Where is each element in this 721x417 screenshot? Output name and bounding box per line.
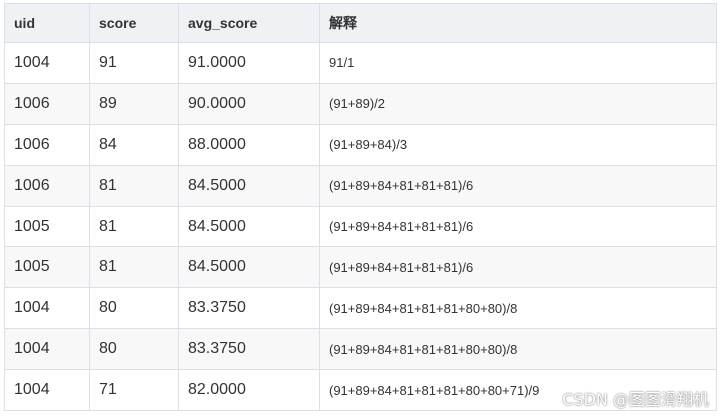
header-row: uid score avg_score 解释 — [4, 3, 717, 43]
cell-uid: 1006 — [4, 164, 90, 207]
cell-score: 89 — [89, 82, 179, 125]
cell-score: 91 — [89, 42, 179, 84]
cell-uid: 1004 — [4, 287, 90, 330]
table-row: 1006 89 90.0000 (91+89)/2 — [4, 82, 717, 125]
header-avg-score: avg_score — [178, 3, 320, 43]
header-uid: uid — [4, 3, 90, 43]
cell-avg-score: 84.5000 — [178, 246, 320, 289]
cell-avg-score: 84.5000 — [178, 205, 320, 248]
cell-avg-score: 82.0000 — [178, 369, 320, 412]
cell-explanation: (91+89)/2 — [319, 82, 717, 125]
cell-avg-score: 91.0000 — [178, 42, 320, 84]
cell-score: 80 — [89, 287, 179, 330]
cell-uid: 1005 — [4, 205, 90, 248]
table-row: 1004 80 83.3750 (91+89+84+81+81+81+80+80)/8 — [4, 287, 717, 330]
cell-avg-score: 83.3750 — [178, 287, 320, 330]
cell-explanation: (91+89+84+81+81+81+80+80)/8 — [319, 328, 717, 371]
table-row: 1004 91 91.0000 91/1 — [4, 42, 717, 84]
table-row: 1006 81 84.5000 (91+89+84+81+81+81)/6 — [4, 164, 717, 207]
results-table-container: uid score avg_score 解释 1004 91 91.0000 91/1… — [4, 3, 717, 412]
cell-explanation: (91+89+84+81+81+81)/6 — [319, 246, 717, 289]
cell-uid: 1004 — [4, 328, 90, 371]
cell-uid: 1004 — [4, 42, 90, 84]
table-row: 1006 84 88.0000 (91+89+84)/3 — [4, 123, 717, 166]
cell-explanation: (91+89+84+81+81+81)/6 — [319, 164, 717, 207]
cell-avg-score: 90.0000 — [178, 82, 320, 125]
cell-avg-score: 88.0000 — [178, 123, 320, 166]
table-row: 1005 81 84.5000 (91+89+84+81+81+81)/6 — [4, 205, 717, 248]
cell-score: 71 — [89, 369, 179, 412]
table-row: 1004 80 83.3750 (91+89+84+81+81+81+80+80)/8 — [4, 328, 717, 371]
cell-explanation: (91+89+84+81+81+81)/6 — [319, 205, 717, 248]
cell-explanation: (91+89+84+81+81+81+80+80)/8 — [319, 287, 717, 330]
header-score: score — [89, 3, 179, 43]
cell-avg-score: 83.3750 — [178, 328, 320, 371]
cell-explanation: 91/1 — [319, 42, 717, 84]
cell-score: 81 — [89, 246, 179, 289]
cell-score: 84 — [89, 123, 179, 166]
cell-score: 81 — [89, 164, 179, 207]
table-body: 1004 91 91.0000 91/1 1006 89 90.0000 (91+89)/2 1… — [4, 42, 717, 412]
cell-uid: 1005 — [4, 246, 90, 289]
cell-uid: 1006 — [4, 123, 90, 166]
cell-score: 81 — [89, 205, 179, 248]
cell-avg-score: 84.5000 — [178, 164, 320, 207]
header-explanation: 解释 — [319, 3, 717, 43]
table-row: 1005 81 84.5000 (91+89+84+81+81+81)/6 — [4, 246, 717, 289]
cell-uid: 1006 — [4, 82, 90, 125]
cell-score: 80 — [89, 328, 179, 371]
table-header: uid score avg_score 解释 — [4, 3, 717, 43]
watermark: CSDN @图图滑翔机 — [562, 390, 709, 409]
cell-explanation: (91+89+84)/3 — [319, 123, 717, 166]
cell-uid: 1004 — [4, 369, 90, 412]
results-table: uid score avg_score 解释 1004 91 91.0000 91/1… — [4, 3, 717, 412]
